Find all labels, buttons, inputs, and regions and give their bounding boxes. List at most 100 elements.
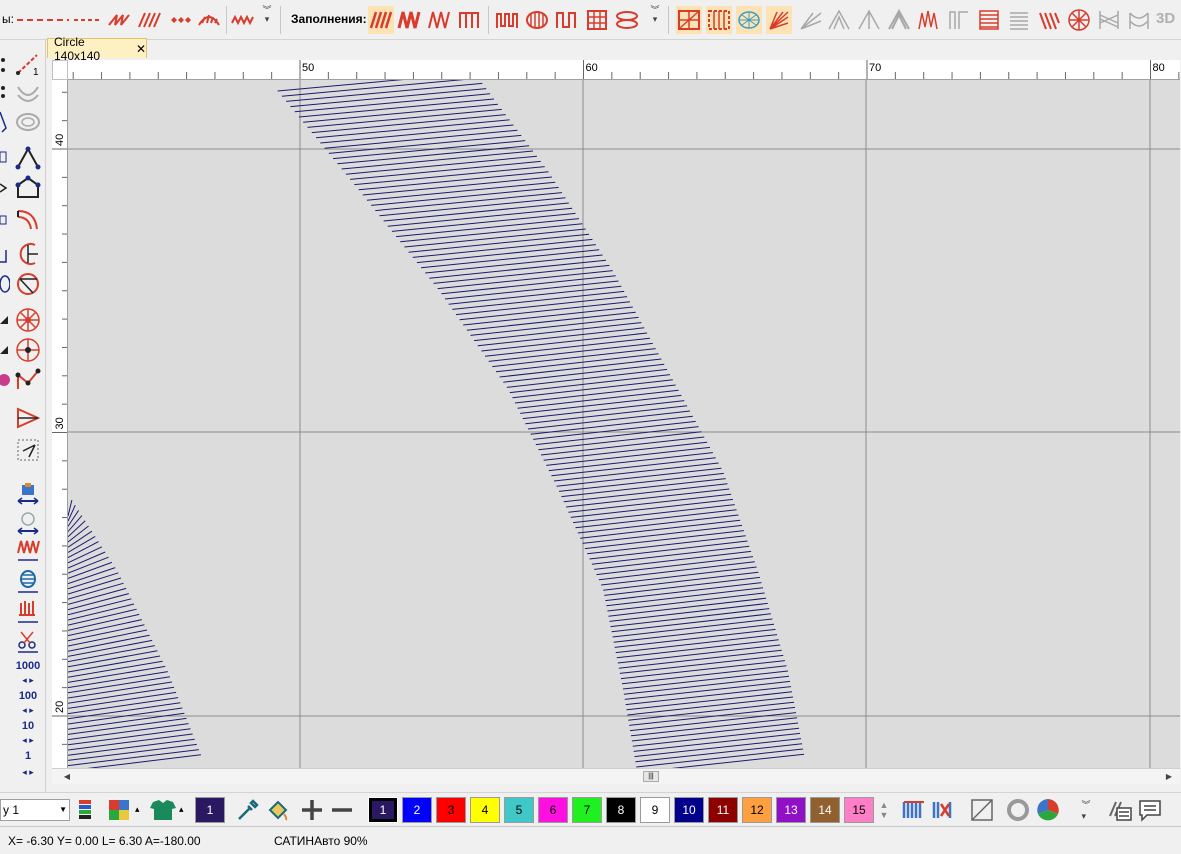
- layer-select[interactable]: y 1 ▼: [0, 799, 70, 821]
- message-icon[interactable]: [1136, 796, 1164, 824]
- loop-fill-icon[interactable]: [524, 6, 550, 34]
- palette-color-11[interactable]: 11: [708, 797, 738, 823]
- satin-fill-icon[interactable]: [368, 6, 394, 34]
- no-stitch-icon[interactable]: [968, 796, 996, 824]
- palette-grid-icon[interactable]: ▴: [106, 796, 146, 824]
- feather-fill-icon[interactable]: [1036, 6, 1062, 34]
- angle-tool-icon[interactable]: [0, 240, 10, 268]
- circle-arc-tool-icon[interactable]: [13, 240, 43, 268]
- hoop-icon[interactable]: [1004, 796, 1032, 824]
- column-fill-icon[interactable]: [456, 6, 482, 34]
- palette-color-7[interactable]: 7: [572, 797, 602, 823]
- polygon-tool-icon[interactable]: [13, 174, 43, 202]
- add-color-button[interactable]: [298, 796, 326, 824]
- braid-fill-icon[interactable]: [1096, 6, 1122, 34]
- ellipse-tool-icon[interactable]: [13, 108, 43, 136]
- comb-tool-icon[interactable]: [13, 598, 43, 626]
- palette-color-13[interactable]: 13: [776, 797, 806, 823]
- triangle-cut-tool-icon[interactable]: [13, 404, 43, 432]
- path-nodes-tool-icon[interactable]: [13, 366, 43, 394]
- lines-fill-icon[interactable]: [1006, 6, 1032, 34]
- stitch-list-icon[interactable]: [1106, 796, 1134, 824]
- satin-auto-tool-icon[interactable]: [13, 480, 43, 508]
- document-tab[interactable]: Circle 140x140 ✕: [47, 35, 147, 63]
- meander-fill-icon[interactable]: [494, 6, 520, 34]
- shirt-icon[interactable]: ▴: [148, 796, 188, 824]
- satin-stitch-band-left[interactable]: [68, 499, 201, 768]
- flower-tool-icon[interactable]: [0, 366, 10, 394]
- dashed-line-icon[interactable]: [14, 6, 72, 34]
- step-10-button[interactable]: 10: [12, 720, 44, 732]
- palette-color-15[interactable]: 15: [844, 797, 874, 823]
- chevron-down-icon[interactable]: ︾ ▾: [1078, 796, 1094, 824]
- palette-color-8[interactable]: 8: [606, 797, 636, 823]
- palette-color-1[interactable]: 1: [368, 797, 398, 823]
- view-3d-button[interactable]: 3D: [1156, 10, 1175, 27]
- radial-fill-icon[interactable]: [766, 6, 792, 34]
- running-line-icon[interactable]: 1: [13, 50, 43, 78]
- eyedropper-icon[interactable]: [234, 796, 262, 824]
- crest-fill-icon[interactable]: [1126, 6, 1152, 34]
- shape-tool-icon[interactable]: [0, 204, 10, 232]
- palette-color-12[interactable]: 12: [742, 797, 772, 823]
- zigzag-line-icon[interactable]: [106, 6, 132, 34]
- gradient-fill-icon[interactable]: [798, 6, 824, 34]
- step-1000-button[interactable]: 1000: [12, 660, 44, 672]
- node-tool-icon[interactable]: [0, 174, 10, 202]
- palette-color-5[interactable]: 5: [504, 797, 534, 823]
- oval-tool-icon[interactable]: [0, 270, 10, 298]
- sunburst-fill-icon[interactable]: [1066, 6, 1092, 34]
- step-100-button[interactable]: 100: [12, 690, 44, 702]
- palette-color-6[interactable]: 6: [538, 797, 568, 823]
- scroll-thumb[interactable]: |||: [643, 771, 659, 782]
- thread-colors-icon[interactable]: [72, 796, 98, 824]
- fill-corner-icon[interactable]: [0, 336, 10, 364]
- paint-bucket-icon[interactable]: [264, 796, 292, 824]
- chevron-down-icon[interactable]: ︾ ▾: [262, 6, 272, 34]
- palette-color-3[interactable]: 3: [436, 797, 466, 823]
- scroll-left-icon[interactable]: ◀: [60, 770, 74, 783]
- step-fill-icon[interactable]: [946, 6, 972, 34]
- satin-line-icon[interactable]: [136, 6, 162, 34]
- chain-fill-icon[interactable]: [614, 6, 640, 34]
- tatami-fill-icon[interactable]: [584, 6, 610, 34]
- fan-line-icon[interactable]: [196, 6, 222, 34]
- star-tool-icon[interactable]: [13, 306, 43, 334]
- curve-tool-icon[interactable]: [0, 108, 10, 136]
- square-wave-fill-icon[interactable]: [554, 6, 580, 34]
- palette-scroll-icon[interactable]: ▲ ▼: [876, 796, 892, 824]
- horizontal-scrollbar[interactable]: ◀ ||| ▶: [52, 768, 1180, 784]
- polyline-tool-icon[interactable]: [13, 144, 43, 172]
- spike-fill-icon[interactable]: [886, 6, 912, 34]
- dots-tool-icon[interactable]: [0, 80, 10, 108]
- density-tool-icon[interactable]: [13, 508, 43, 536]
- color-wheel-icon[interactable]: [1034, 796, 1062, 824]
- color-sort-icon[interactable]: [900, 796, 928, 824]
- mesh-fill-icon[interactable]: [736, 6, 762, 34]
- chevron-down-icon[interactable]: ︾ ▾: [650, 6, 660, 34]
- arrow-fill-icon[interactable]: [856, 6, 882, 34]
- close-tab-icon[interactable]: ✕: [136, 42, 146, 56]
- cross-fill-icon[interactable]: [706, 6, 732, 34]
- transform-tool-icon[interactable]: [13, 436, 43, 464]
- wave-line-icon[interactable]: [230, 6, 256, 34]
- wheel-tool-icon[interactable]: [13, 336, 43, 364]
- remove-color-button[interactable]: [328, 796, 356, 824]
- fill-corner-icon[interactable]: [0, 306, 10, 334]
- box-tool-icon[interactable]: [0, 144, 10, 172]
- palette-color-10[interactable]: 10: [674, 797, 704, 823]
- peak-fill-icon[interactable]: [826, 6, 852, 34]
- grid-fill-icon[interactable]: [676, 6, 702, 34]
- weave-fill-icon[interactable]: [976, 6, 1002, 34]
- zigzag-fill-icon[interactable]: [426, 6, 452, 34]
- palette-color-4[interactable]: 4: [470, 797, 500, 823]
- step-1-button[interactable]: 1: [12, 750, 44, 762]
- coil-tool-icon[interactable]: [13, 568, 43, 596]
- dots-tool-icon[interactable]: [0, 50, 10, 78]
- wave-fill-icon[interactable]: [916, 6, 942, 34]
- satin-stitch-band-main[interactable]: [277, 80, 805, 768]
- dense-satin-fill-icon[interactable]: [396, 6, 422, 34]
- current-color-indicator[interactable]: 1: [195, 797, 225, 823]
- arc-tool-icon[interactable]: [13, 80, 43, 108]
- palette-color-2[interactable]: 2: [402, 797, 432, 823]
